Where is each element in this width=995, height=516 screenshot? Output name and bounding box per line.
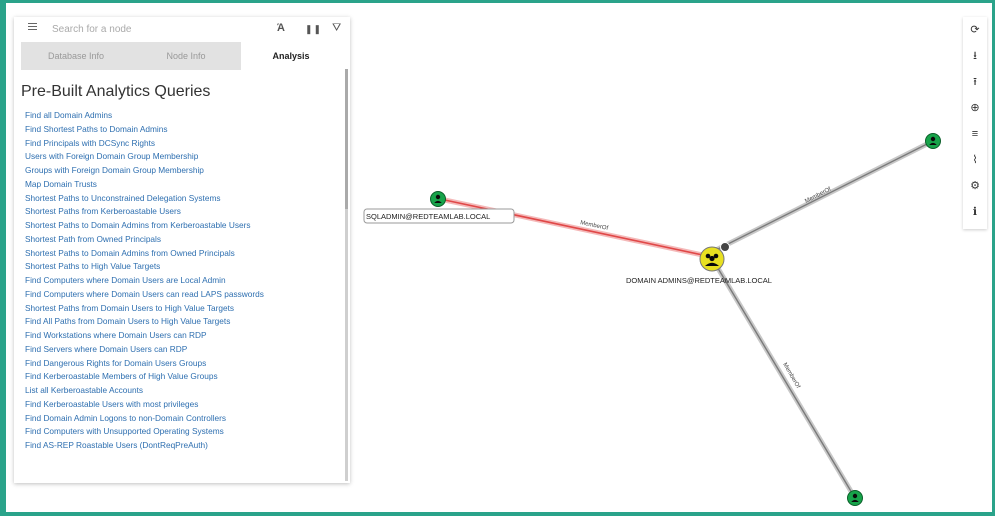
node-domainadmins[interactable]: DOMAIN ADMINS@REDTEAMLAB.LOCAL xyxy=(626,242,772,286)
refresh-icon[interactable]: ⟳ xyxy=(963,17,987,43)
query-link[interactable]: Find Kerberoastable Users with most priv… xyxy=(25,398,325,412)
query-link[interactable]: Shortest Paths to Domain Admins from Own… xyxy=(25,247,325,261)
analysis-panel: Ά ❚❚ ⛛ Database Info Node Info Analysis … xyxy=(14,17,350,483)
query-link[interactable]: Find Principals with DCSync Rights xyxy=(25,137,325,151)
query-link[interactable]: Find Workstations where Domain Users can… xyxy=(25,329,325,343)
edge-sqladmin-domainadmins[interactable]: MemberOf xyxy=(439,196,713,260)
filter-icon[interactable]: ⛛ xyxy=(332,22,341,35)
query-link[interactable]: Find Servers where Domain Users can RDP xyxy=(25,343,325,357)
edge-user2-domainadmins[interactable]: MemberOf xyxy=(714,138,935,253)
tab-database-info[interactable]: Database Info xyxy=(21,42,131,70)
page-title: Pre-Built Analytics Queries xyxy=(21,83,211,100)
query-link[interactable]: Find Computers where Domain Users can re… xyxy=(25,288,325,302)
node-label-sqladmin: SQLADMIN@REDTEAMLAB.LOCAL xyxy=(366,212,490,221)
info-icon[interactable]: ℹ xyxy=(963,199,987,225)
list-icon[interactable]: ≡ xyxy=(963,121,987,147)
node-sqladmin[interactable]: SQLADMIN@REDTEAMLAB.LOCAL xyxy=(363,191,515,224)
query-link[interactable]: Users with Foreign Domain Group Membersh… xyxy=(25,150,325,164)
chart-icon[interactable]: ⌇ xyxy=(963,147,987,173)
search-input[interactable] xyxy=(52,21,252,37)
query-link[interactable]: Find Shortest Paths to Domain Admins xyxy=(25,123,325,137)
query-link[interactable]: List all Kerberoastable Accounts xyxy=(25,384,325,398)
query-link[interactable]: Shortest Paths to Domain Admins from Ker… xyxy=(25,219,325,233)
query-link[interactable]: Map Domain Trusts xyxy=(25,178,325,192)
export-icon[interactable]: ⭳ xyxy=(963,43,987,69)
upload-icon[interactable]: ⊕ xyxy=(963,95,987,121)
query-link[interactable]: Find All Paths from Domain Users to High… xyxy=(25,315,325,329)
settings-icon[interactable]: ⚙ xyxy=(963,173,987,199)
pause-icon[interactable]: ❚❚ xyxy=(305,24,322,35)
query-link[interactable]: Shortest Paths from Domain Users to High… xyxy=(25,302,325,316)
panel-scrollbar[interactable] xyxy=(345,69,348,481)
high-value-badge-icon xyxy=(720,242,730,252)
query-link[interactable]: Shortest Paths to High Value Targets xyxy=(25,260,325,274)
node-user3[interactable] xyxy=(847,490,863,506)
menu-icon[interactable] xyxy=(28,23,37,32)
query-link[interactable]: Find AS-REP Roastable Users (DontReqPreA… xyxy=(25,439,325,453)
node-user2[interactable] xyxy=(925,133,941,149)
query-link[interactable]: Find Computers where Domain Users are Lo… xyxy=(25,274,325,288)
node-label-domainadmins: DOMAIN ADMINS@REDTEAMLAB.LOCAL xyxy=(626,276,772,285)
query-link[interactable]: Find Computers with Unsupported Operatin… xyxy=(25,425,325,439)
query-link[interactable]: Shortest Paths from Kerberoastable Users xyxy=(25,205,325,219)
query-link[interactable]: Groups with Foreign Domain Group Members… xyxy=(25,164,325,178)
edge-user3-domainadmins[interactable]: MemberOf xyxy=(713,263,858,500)
search-row: Ά ❚❚ ⛛ xyxy=(14,17,350,41)
query-link[interactable]: Shortest Path from Owned Principals xyxy=(25,233,325,247)
import-icon[interactable]: ⭱ xyxy=(963,69,987,95)
pathfinding-icon[interactable]: Ά xyxy=(277,22,285,34)
tab-node-info[interactable]: Node Info xyxy=(131,42,241,70)
query-link[interactable]: Find Dangerous Rights for Domain Users G… xyxy=(25,357,325,371)
panel-tabs: Database Info Node Info Analysis xyxy=(21,42,341,70)
scrollbar-thumb[interactable] xyxy=(345,69,348,209)
query-link[interactable]: Find all Domain Admins xyxy=(25,109,325,123)
tab-analysis[interactable]: Analysis xyxy=(241,42,341,70)
query-list: Find all Domain Admins Find Shortest Pat… xyxy=(25,109,325,453)
query-link[interactable]: Find Kerberoastable Members of High Valu… xyxy=(25,370,325,384)
right-toolbar: ⟳ ⭳ ⭱ ⊕ ≡ ⌇ ⚙ ℹ xyxy=(963,17,987,229)
query-link[interactable]: Find Domain Admin Logons to non-Domain C… xyxy=(25,412,325,426)
query-link[interactable]: Shortest Paths to Unconstrained Delegati… xyxy=(25,192,325,206)
